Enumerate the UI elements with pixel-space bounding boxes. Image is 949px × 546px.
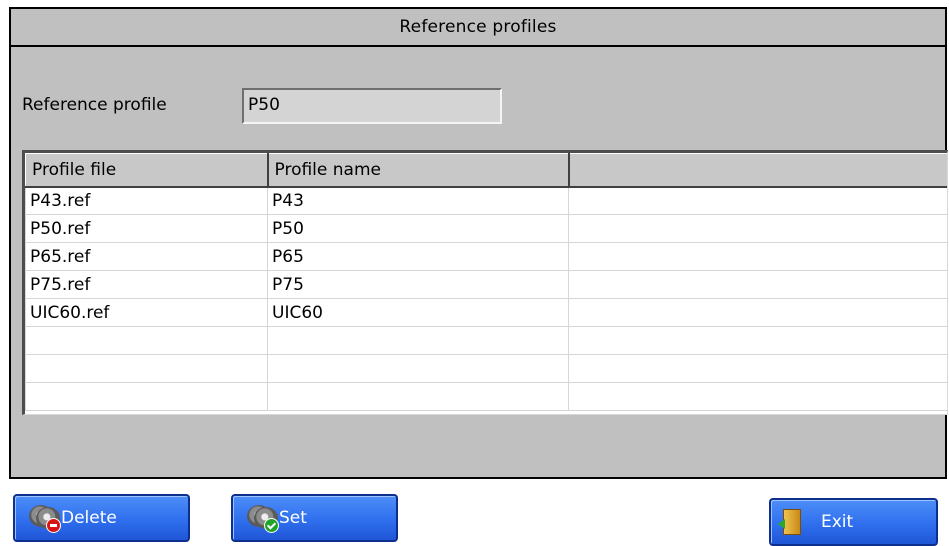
cell-profile-name: P43 (267, 186, 569, 215)
table-row[interactable]: P50.ref P50 (25, 214, 947, 243)
cell-profile-file (25, 326, 268, 355)
profiles-table[interactable]: Profile file Profile name P43.ref P43 P50… (22, 150, 948, 415)
table-row[interactable]: P43.ref P43 (25, 186, 947, 215)
delete-button[interactable]: Delete (13, 494, 190, 542)
cell-extra (568, 382, 947, 411)
set-button[interactable]: Set (231, 494, 398, 542)
cell-extra (568, 270, 947, 299)
cell-extra (568, 242, 947, 271)
cell-profile-file: P43.ref (25, 186, 268, 215)
set-button-label: Set (279, 508, 307, 528)
reference-profile-field[interactable]: P50 (242, 88, 502, 124)
cell-profile-file: P65.ref (25, 242, 268, 271)
table-row[interactable]: UIC60.ref UIC60 (25, 298, 947, 327)
window-title: Reference profiles (11, 9, 945, 47)
cell-profile-file: UIC60.ref (25, 298, 268, 327)
cell-profile-file (25, 354, 268, 383)
cell-profile-file: P50.ref (25, 214, 268, 243)
cell-profile-file: P75.ref (25, 270, 268, 299)
exit-door-icon (778, 509, 805, 535)
disc-check-icon (247, 505, 279, 533)
cell-profile-name (267, 326, 569, 355)
cell-extra (568, 186, 947, 215)
column-header-profile-file[interactable]: Profile file (25, 153, 269, 188)
reference-profiles-window: Reference profiles Reference profile P50… (9, 7, 948, 479)
table-row[interactable] (25, 382, 947, 411)
table-row[interactable]: P65.ref P65 (25, 242, 947, 271)
cell-profile-name (267, 382, 569, 411)
cell-profile-file (25, 382, 268, 411)
cell-profile-name: P50 (267, 214, 569, 243)
cell-extra (568, 354, 947, 383)
disc-delete-icon (29, 505, 61, 533)
cell-profile-name: P65 (267, 242, 569, 271)
table-header: Profile file Profile name (25, 153, 947, 188)
column-header-extra[interactable] (568, 153, 947, 188)
reference-profile-label: Reference profile (22, 95, 167, 115)
cell-extra (568, 326, 947, 355)
table-row[interactable]: P75.ref P75 (25, 270, 947, 299)
cell-profile-name: UIC60 (267, 298, 569, 327)
table-row[interactable] (25, 326, 947, 355)
cell-profile-name (267, 354, 569, 383)
cell-extra (568, 214, 947, 243)
exit-button[interactable]: Exit (769, 498, 938, 546)
column-header-profile-name[interactable]: Profile name (267, 153, 570, 188)
cell-extra (568, 298, 947, 327)
cell-profile-name: P75 (267, 270, 569, 299)
delete-button-label: Delete (61, 508, 117, 528)
table-row[interactable] (25, 354, 947, 383)
exit-button-label: Exit (821, 512, 854, 532)
